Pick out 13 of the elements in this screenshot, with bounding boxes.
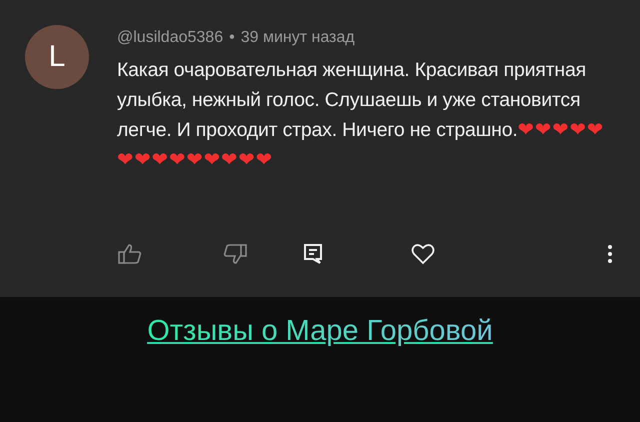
thumbs-up-icon [118, 243, 142, 265]
like-button[interactable] [117, 241, 143, 267]
dislike-button[interactable] [222, 241, 248, 267]
separator-dot: • [229, 29, 235, 47]
avatar: L [25, 25, 89, 89]
comment-text: Какая очаровательная женщина. Красивая приятная улыбка, нежный голос. Слушаешь и уже становится легче. И проходит страх. Ничего не страшно.❤❤❤❤❤❤❤❤❤❤❤❤❤❤ [117, 58, 606, 173]
thumbs-down-icon [223, 243, 247, 265]
comment-time: 39 минут назад [240, 29, 355, 47]
heart-icon [411, 243, 435, 265]
author-name: @lusildao5386 [117, 29, 224, 47]
comment-icon [304, 244, 322, 264]
more-icon [608, 245, 612, 263]
heart-button[interactable] [410, 241, 436, 267]
